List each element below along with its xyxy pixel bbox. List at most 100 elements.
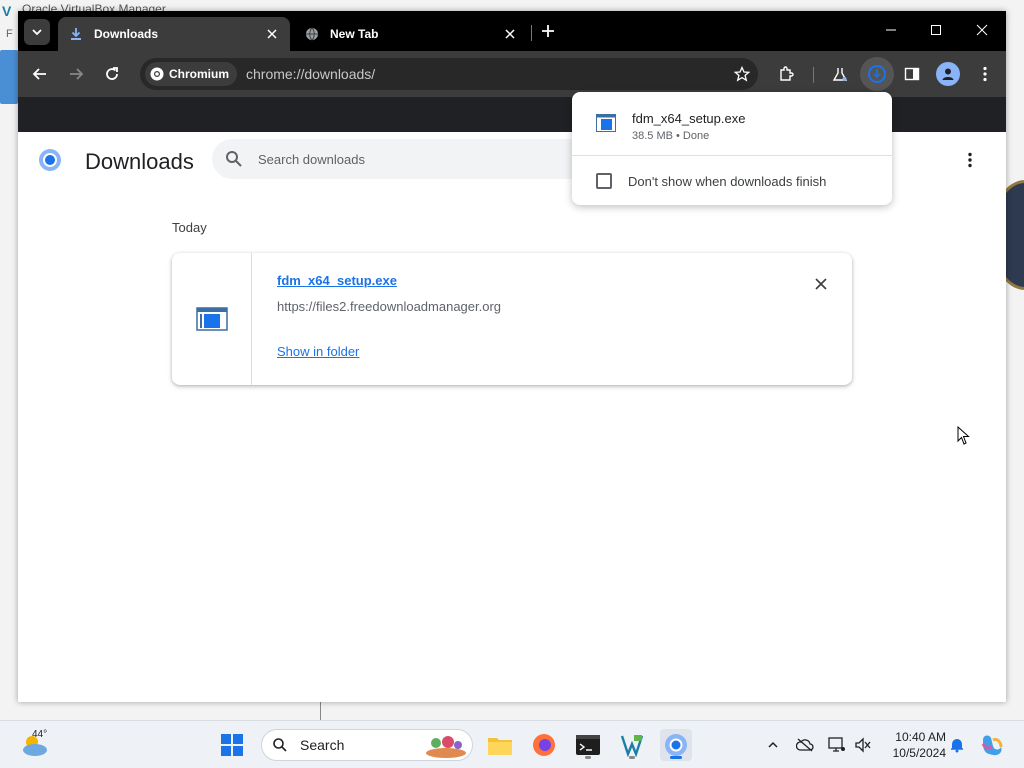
taskbar-search-label: Search — [300, 737, 345, 753]
bubble-checkbox-row[interactable]: Don't show when downloads finish — [572, 157, 892, 205]
background-divider — [320, 702, 321, 720]
exe-file-icon — [596, 114, 616, 132]
tab-new-tab[interactable]: New Tab — [294, 17, 528, 51]
tab-close-icon[interactable] — [264, 26, 280, 42]
labs-button[interactable] — [828, 62, 852, 86]
terminal-icon — [576, 735, 600, 755]
bubble-file-status: 38.5 MB • Done — [632, 130, 710, 142]
tab-title: Downloads — [94, 27, 159, 41]
url-text[interactable]: chrome://downloads/ — [246, 66, 730, 82]
taskbar: 44° Search 10:40 AM 10/5/2024 — [0, 720, 1024, 768]
more-vertical-icon — [968, 152, 972, 168]
tab-search-button[interactable] — [24, 19, 50, 45]
minimize-icon — [886, 29, 896, 31]
virtualbox-logo-icon: V — [2, 3, 12, 19]
page-menu-button[interactable] — [960, 150, 980, 170]
side-panel-button[interactable] — [900, 62, 924, 86]
background-window-edge — [0, 50, 18, 104]
profile-avatar[interactable] — [936, 62, 960, 86]
system-clock[interactable]: 10:40 AM 10/5/2024 — [880, 729, 946, 761]
person-icon — [942, 68, 954, 80]
chromium-icon — [150, 67, 164, 81]
close-icon — [976, 24, 988, 36]
mouse-cursor-icon — [957, 426, 970, 445]
taskbar-chromium[interactable] — [660, 729, 692, 761]
taskbar-firefox[interactable] — [528, 729, 560, 761]
taskbar-file-explorer[interactable] — [484, 729, 516, 761]
extensions-button[interactable] — [774, 62, 798, 86]
tab-strip: Downloads New Tab — [18, 11, 1006, 51]
running-indicator — [629, 756, 635, 759]
tab-downloads[interactable]: Downloads — [58, 17, 290, 51]
bubble-download-row[interactable]: fdm_x64_setup.exe 38.5 MB • Done — [572, 92, 892, 156]
page-title: Downloads — [85, 149, 194, 174]
taskbar-copilot[interactable] — [976, 729, 1008, 761]
download-progress-icon — [868, 65, 886, 83]
forward-button[interactable] — [64, 62, 88, 86]
new-tab-button[interactable] — [538, 21, 558, 41]
tray-volume[interactable] — [853, 735, 873, 755]
side-panel-icon — [904, 67, 920, 81]
search-icon — [273, 738, 287, 752]
arrow-right-icon — [70, 68, 84, 80]
show-hidden-icons-button[interactable] — [763, 735, 783, 755]
start-button[interactable] — [216, 729, 248, 761]
chevron-down-icon — [32, 29, 42, 36]
search-highlight-art-icon — [426, 736, 466, 758]
taskbar-search-box[interactable]: Search — [261, 729, 473, 761]
active-indicator — [670, 756, 682, 759]
tab-title: New Tab — [330, 27, 379, 41]
remove-from-list-button[interactable] — [812, 275, 830, 293]
download-source-url: https://files2.freedownloadmanager.org — [277, 299, 502, 314]
downloads-button[interactable] — [860, 57, 894, 91]
search-input[interactable] — [258, 151, 558, 167]
plus-icon — [542, 25, 554, 37]
arrow-left-icon — [32, 68, 46, 80]
copilot-icon — [981, 735, 1003, 756]
taskbar-virtualbox[interactable] — [616, 729, 648, 761]
background-letter: F — [6, 28, 13, 40]
dont-show-checkbox[interactable] — [596, 173, 612, 189]
tray-network[interactable] — [827, 735, 847, 755]
windows-logo-icon — [221, 734, 243, 756]
reload-button[interactable] — [100, 62, 124, 86]
show-in-folder-link[interactable]: Show in folder — [277, 344, 359, 359]
flask-icon — [832, 68, 848, 81]
minimize-button[interactable] — [876, 17, 906, 43]
more-vertical-icon — [983, 66, 987, 82]
taskbar-terminal[interactable] — [572, 729, 604, 761]
site-info-chip[interactable]: Chromium — [145, 62, 237, 86]
download-item-card: fdm_x64_setup.exe https://files2.freedow… — [172, 253, 852, 385]
back-button[interactable] — [28, 62, 52, 86]
maximize-icon — [931, 25, 941, 35]
notifications-button[interactable] — [947, 735, 967, 755]
bookmark-star-icon[interactable] — [730, 62, 754, 86]
download-icon — [68, 26, 84, 42]
tab-close-icon[interactable] — [502, 26, 518, 42]
speaker-muted-icon — [855, 737, 871, 753]
maximize-button[interactable] — [921, 17, 951, 43]
puzzle-icon — [780, 66, 794, 81]
bell-icon — [951, 739, 963, 753]
close-window-button[interactable] — [967, 17, 997, 43]
browser-toolbar: Chromium chrome://downloads/ — [18, 51, 1006, 97]
exe-file-icon — [195, 307, 228, 331]
tab-separator — [531, 25, 532, 41]
omnibox[interactable]: Chromium chrome://downloads/ — [140, 58, 758, 90]
clock-time: 10:40 AM — [895, 730, 946, 744]
clock-date: 10/5/2024 — [892, 746, 946, 760]
bubble-file-name: fdm_x64_setup.exe — [632, 111, 746, 126]
monitor-network-icon — [828, 737, 845, 752]
search-icon — [226, 151, 242, 167]
search-downloads-box[interactable] — [212, 139, 592, 179]
browser-menu-button[interactable] — [973, 62, 997, 86]
dont-show-label: Don't show when downloads finish — [628, 173, 827, 189]
running-indicator — [585, 756, 591, 759]
download-bubble: fdm_x64_setup.exe 38.5 MB • Done Don't s… — [572, 92, 892, 205]
reload-icon — [106, 67, 118, 80]
site-chip-label: Chromium — [169, 67, 229, 81]
download-file-link[interactable]: fdm_x64_setup.exe — [277, 273, 397, 288]
folder-icon — [488, 738, 512, 755]
toolbar-divider — [813, 67, 814, 83]
tray-onedrive[interactable] — [795, 735, 815, 755]
